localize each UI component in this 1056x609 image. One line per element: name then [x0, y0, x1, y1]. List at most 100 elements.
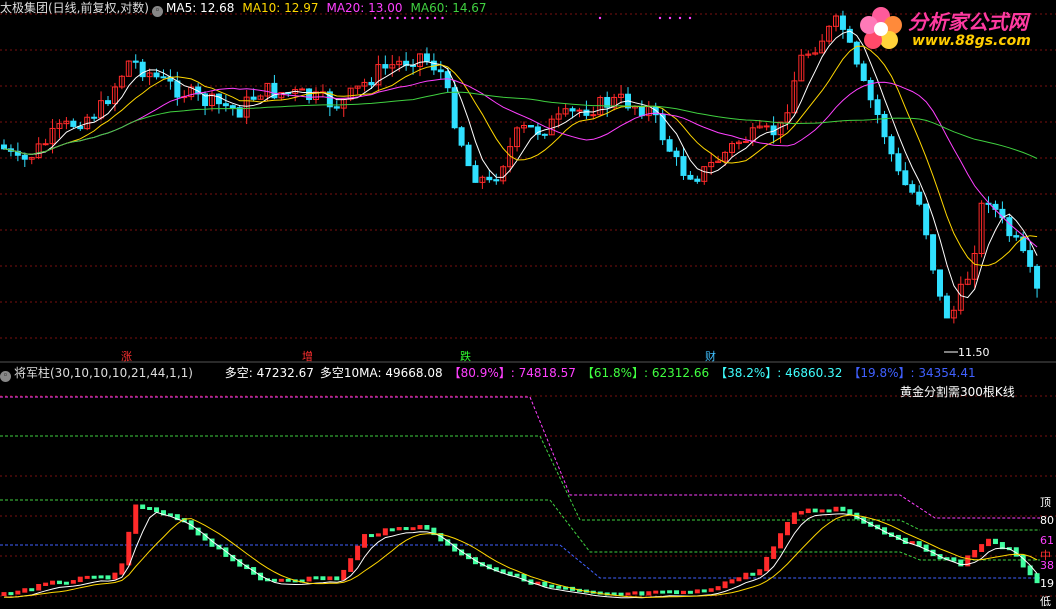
indicator-bar-140 [972, 549, 978, 558]
indicator-bar-55 [382, 528, 388, 536]
candle-body-132 [916, 191, 923, 205]
indicator-bar-79 [549, 584, 555, 588]
indicator-bar-17 [119, 563, 125, 575]
event-marker-0: 涨 [121, 350, 132, 363]
price-header: 太极集团(日线,前复权,对数) ◦ MA5: 12.68 MA10: 12.97 MA2… [0, 1, 495, 17]
indicator-bar-111 [771, 546, 777, 559]
candle-body-84 [583, 109, 590, 116]
candle-body-135 [937, 269, 943, 297]
candle-body-146 [1013, 235, 1020, 238]
low-price-label: 11.50 [958, 346, 990, 359]
settings-icon[interactable]: ◦ [152, 6, 163, 17]
indicator-bar-120 [833, 506, 839, 512]
indicator-bar-21 [147, 506, 153, 510]
indicator-bar-1 [8, 592, 14, 596]
ma-label-3: MA60: 14.67 [410, 1, 487, 15]
indicator-bar-115 [798, 511, 804, 515]
top-dot-3 [396, 16, 399, 20]
candle-body-77 [534, 126, 541, 135]
chart-canvas[interactable]: 11.50 [0, 0, 1056, 605]
right-axis-label-0: 顶 [1040, 496, 1051, 509]
ma-label-0: MA5: 12.68 [166, 1, 235, 15]
top-dot-b3 [678, 16, 682, 20]
indicator-bar-58 [403, 527, 409, 531]
indicator-bar-95 [660, 590, 666, 594]
indicator-value-2: 【80.9%】: 74818.57 [448, 366, 576, 380]
candle-body-31 [215, 93, 222, 105]
right-axis-label-5: 19 [1040, 577, 1054, 590]
candle-body-48 [333, 106, 340, 109]
indicator-bar-99 [687, 590, 693, 594]
indicator-bar-94 [653, 590, 659, 594]
indicator-settings-icon[interactable]: ◦ [0, 371, 11, 382]
candle-body-145 [1006, 217, 1013, 237]
ma-label-1: MA10: 12.97 [242, 1, 319, 15]
top-dot-b1 [658, 16, 662, 20]
right-axis-label-1: 80 [1040, 514, 1054, 527]
indicator-bar-13 [91, 575, 97, 579]
candle-body-13 [91, 116, 98, 119]
indicator-bar-117 [812, 508, 818, 513]
ma5-line [3, 30, 1038, 299]
candle-body-130 [902, 170, 909, 186]
ma-legend: MA5: 12.68 MA10: 12.97 MA20: 13.00 MA60: 14… [166, 1, 495, 15]
indicator-bar-40 [278, 578, 284, 582]
indicator-bar-97 [674, 590, 680, 595]
indicator-bar-102 [708, 588, 714, 592]
indicator-name: 将军柱(30,10,10,10,21,44,1,1) [14, 366, 193, 380]
chart-window: 11.50 太极集团(日线,前复权,对数) ◦ MA5: 12.68 MA10: 12… [0, 0, 1056, 608]
indicator-bar-114 [791, 512, 797, 524]
candle-body-10 [70, 120, 77, 127]
indicator-ma-white-line [3, 511, 1038, 599]
top-dot-b2 [668, 16, 672, 20]
candle-body-43 [299, 88, 306, 91]
indicator-value-5: 【19.8%】: 34354.41 [848, 366, 976, 380]
indicator-bar-105 [729, 579, 735, 584]
candle-body-71 [493, 179, 500, 182]
candle-body-83 [576, 109, 583, 112]
candle-body-99 [687, 174, 694, 180]
indicator-bar-0 [1, 592, 7, 596]
candle-body-3 [21, 154, 28, 160]
candle-body-136 [943, 295, 950, 319]
indicator-value-1: 多空10MA: 49668.08 [319, 366, 443, 380]
candle-body-36 [250, 96, 257, 100]
indicator-bar-119 [826, 509, 832, 513]
indicator-bar-106 [736, 577, 742, 582]
indicator-bar-5 [36, 583, 42, 591]
indicator-bar-51 [355, 545, 361, 561]
indicator-bar-12 [84, 575, 90, 579]
indicator-bar-138 [958, 559, 964, 567]
ma20-line [3, 78, 1038, 248]
indicator-bar-57 [396, 527, 402, 531]
indicator-bar-149 [1034, 573, 1040, 584]
indicator-bar-8 [56, 580, 62, 585]
indicator-bar-80 [556, 585, 562, 589]
candle-body-65 [451, 87, 458, 129]
indicator-bar-46 [320, 576, 326, 581]
indicator-bar-91 [632, 591, 638, 595]
indicator-bar-93 [646, 591, 652, 596]
indicator-bar-101 [701, 589, 707, 593]
indicator-bar-121 [840, 506, 846, 512]
top-dot-7 [426, 16, 429, 20]
candle-body-61 [423, 53, 430, 62]
indicator-note: 黄金分割需300根K线 [900, 385, 1015, 399]
indicator-bar-116 [805, 508, 811, 514]
top-dot-4 [403, 16, 407, 20]
candle-body-6 [42, 143, 49, 146]
candle-body-110 [763, 125, 770, 128]
indicator-bar-45 [313, 576, 319, 580]
candle-body-129 [895, 153, 902, 172]
candle-body-19 [132, 60, 139, 63]
ma-label-2: MA20: 13.00 [326, 1, 403, 15]
candle-body-98 [680, 156, 687, 176]
top-dot-6 [418, 16, 422, 20]
candle-body-32 [222, 103, 229, 107]
level-19-line [0, 544, 1040, 579]
indicator-bar-100 [694, 589, 700, 594]
indicator-bar-52 [362, 534, 368, 548]
indicator-bar-104 [722, 581, 728, 589]
event-marker-1: 增 [302, 350, 313, 363]
candle-body-22 [153, 72, 160, 78]
